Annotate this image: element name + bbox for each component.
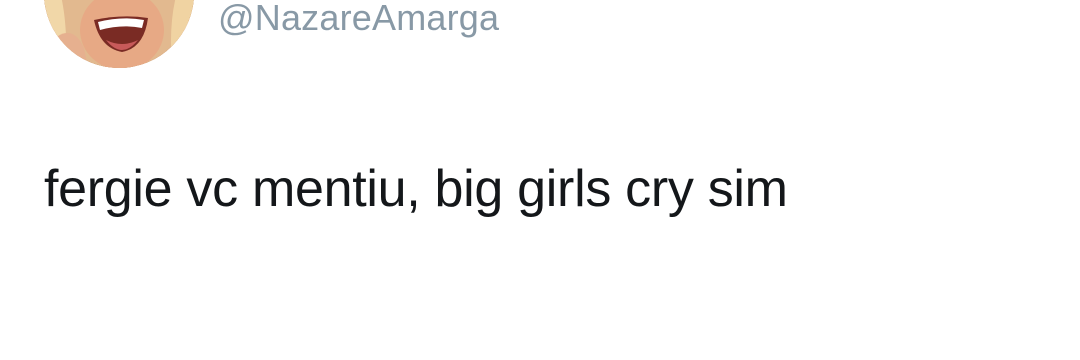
avatar[interactable] bbox=[44, 0, 194, 68]
author-handle[interactable]: @NazareAmarga bbox=[218, 0, 499, 40]
profile-photo-icon bbox=[44, 0, 194, 68]
tweet-card: @NazareAmarga fergie vc mentiu, big girl… bbox=[0, 0, 1080, 360]
tweet-text: fergie vc mentiu, big girls cry sim bbox=[44, 160, 788, 218]
